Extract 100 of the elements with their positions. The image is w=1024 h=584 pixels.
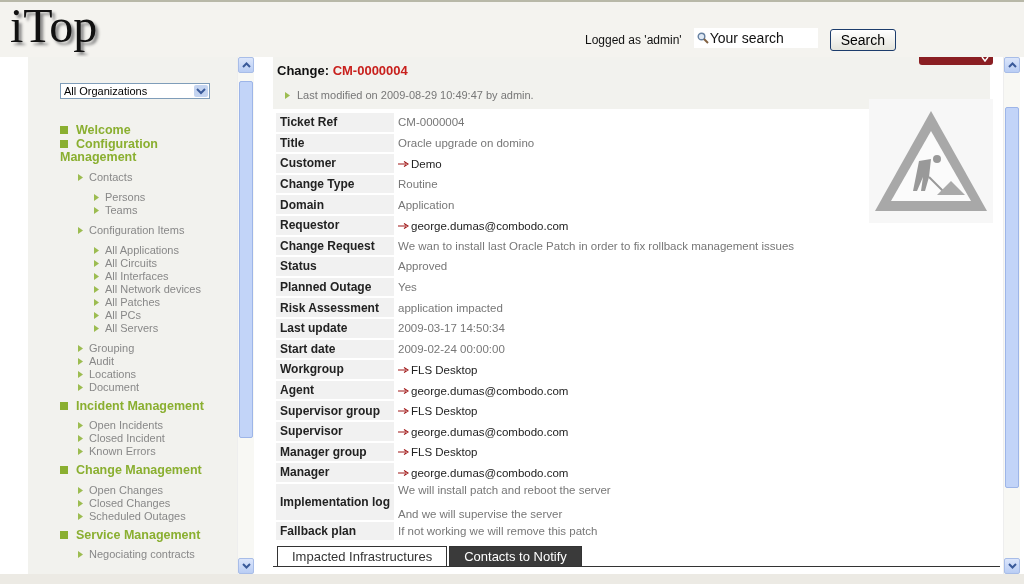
- field-link[interactable]: FLS Desktop: [398, 405, 478, 418]
- scroll-thumb[interactable]: [239, 81, 253, 438]
- field-value: 2009-03-17 14:50:34: [398, 322, 506, 335]
- scroll-up-button[interactable]: [238, 57, 254, 73]
- menu-item[interactable]: Open Changes: [78, 483, 238, 497]
- menu-item[interactable]: Teams: [94, 203, 238, 217]
- arrow-icon: [398, 222, 409, 229]
- bullet-icon: [78, 173, 83, 181]
- field-value: CM-0000004: [398, 116, 466, 129]
- field-value: 2009-02-24 00:00:00: [398, 342, 506, 355]
- tab[interactable]: Contacts to Notify: [449, 546, 582, 567]
- field-link[interactable]: george.dumas@combodo.com: [398, 425, 569, 438]
- field-label: Domain: [276, 195, 394, 214]
- bullet-icon: [78, 383, 83, 391]
- field-label: Agent: [276, 380, 394, 400]
- arrow-icon: [398, 408, 409, 415]
- menu-item[interactable]: All Interfaces: [94, 269, 238, 283]
- bullet-icon: [78, 448, 83, 455]
- chevron-up-icon: [241, 62, 251, 68]
- field-link[interactable]: FLS Desktop: [398, 363, 478, 376]
- menu-item[interactable]: Open Incidents: [78, 419, 238, 432]
- field-label: Customer: [276, 154, 394, 173]
- field-label: Ticket Ref: [276, 113, 394, 132]
- menu-item[interactable]: Contacts: [78, 170, 238, 184]
- menu-item[interactable]: Closed Incident: [78, 432, 238, 445]
- arrow-icon: [398, 449, 409, 456]
- menu-section[interactable]: Change Management: [60, 464, 238, 478]
- menu-item[interactable]: Known Errors: [78, 445, 238, 458]
- logged-in-user: Logged as 'admin': [585, 33, 682, 47]
- menu-section[interactable]: Incident Management: [60, 399, 238, 413]
- menu-item[interactable]: All Servers: [94, 321, 238, 335]
- field-value: If not working we will remove this patch: [398, 525, 599, 537]
- field-label: Start date: [276, 339, 394, 359]
- scrollbar[interactable]: [237, 57, 254, 574]
- scroll-down-button[interactable]: [1004, 558, 1020, 574]
- bullet-icon: [78, 512, 83, 520]
- menu-item[interactable]: Negociating contracts: [78, 548, 238, 561]
- chevron-down-icon: [241, 563, 251, 569]
- organization-dropdown[interactable]: All Organizations: [60, 83, 210, 99]
- field-value: We wan to install last Oracle Patch in order to fix rollback management issues: [398, 239, 795, 252]
- menu-item[interactable]: All Network devices: [94, 282, 238, 296]
- menu-item[interactable]: Document: [78, 380, 238, 394]
- field-value: Approved: [398, 260, 449, 273]
- scroll-up-button[interactable]: [1004, 57, 1020, 73]
- menu-item[interactable]: All Applications: [94, 243, 238, 257]
- menu-section[interactable]: Service Management: [60, 528, 238, 542]
- bullet-icon: [78, 344, 83, 352]
- bullet-icon: [94, 193, 99, 201]
- menu-section[interactable]: Welcome: [60, 124, 238, 138]
- dropdown-caret-icon: [194, 85, 208, 97]
- field-value: Oracle upgrade on domino: [398, 136, 536, 149]
- field-link[interactable]: FLS Desktop: [398, 446, 478, 459]
- bullet-icon: [78, 357, 83, 365]
- bullet-icon: [78, 499, 83, 507]
- tab[interactable]: Impacted Infrastructures: [277, 546, 448, 567]
- bullet-icon: [94, 259, 99, 267]
- field-link[interactable]: george.dumas@combodo.com: [398, 219, 569, 232]
- arrow-icon: [398, 428, 409, 435]
- menu-item[interactable]: All PCs: [94, 308, 238, 322]
- scrollbar[interactable]: [1003, 57, 1020, 574]
- bullet-icon: [94, 206, 99, 214]
- bullet-icon: [78, 486, 83, 494]
- bullet-icon: [78, 435, 83, 442]
- field-value: We will install patch and reboot the server: [398, 483, 612, 496]
- caret-icon: [981, 57, 989, 62]
- menu-item[interactable]: Configuration Items: [78, 223, 238, 237]
- field-link[interactable]: george.dumas@combodo.com: [398, 384, 569, 397]
- field-label: Fallback plan: [276, 521, 394, 541]
- menu-item[interactable]: All Circuits: [94, 256, 238, 270]
- search-icon: [696, 32, 709, 44]
- field-label: Risk Assessment: [276, 298, 394, 317]
- chevron-up-icon: [1007, 62, 1017, 68]
- field-label: Supervisor: [276, 421, 394, 441]
- field-link[interactable]: Demo: [398, 158, 442, 170]
- menu-section[interactable]: Configuration Management: [60, 137, 238, 165]
- field-value: application impacted: [398, 301, 504, 314]
- bullet-icon: [94, 311, 99, 319]
- bullet-icon: [78, 370, 83, 378]
- bullet-icon: [78, 226, 83, 234]
- arrow-icon: [398, 161, 409, 167]
- search-button[interactable]: Search: [829, 29, 896, 51]
- field-value: Yes: [398, 281, 418, 294]
- menu-item[interactable]: Closed Changes: [78, 496, 238, 510]
- field-label: Implementation log: [276, 483, 394, 520]
- scroll-down-button[interactable]: [238, 558, 254, 574]
- menu-item[interactable]: Grouping: [78, 341, 238, 355]
- search-field[interactable]: Your search: [693, 28, 818, 48]
- menu-item[interactable]: Locations: [78, 367, 238, 381]
- menu-item[interactable]: Scheduled Outages: [78, 509, 238, 523]
- bullet-icon: [94, 285, 99, 293]
- menu-item[interactable]: Audit: [78, 354, 238, 368]
- scroll-thumb[interactable]: [1005, 107, 1019, 488]
- menu-item[interactable]: All Patches: [94, 295, 238, 309]
- bullet-icon: [285, 91, 290, 99]
- field-value: And we will supervise the server: [398, 507, 564, 520]
- field-link[interactable]: george.dumas@combodo.com: [398, 466, 569, 479]
- last-modified-text: Last modified on 2009-08-29 10:49:47 by admin.: [297, 89, 534, 101]
- logo: iTop: [10, 0, 98, 52]
- menu-item[interactable]: Persons: [94, 190, 238, 204]
- field-label: Change Request: [276, 236, 394, 256]
